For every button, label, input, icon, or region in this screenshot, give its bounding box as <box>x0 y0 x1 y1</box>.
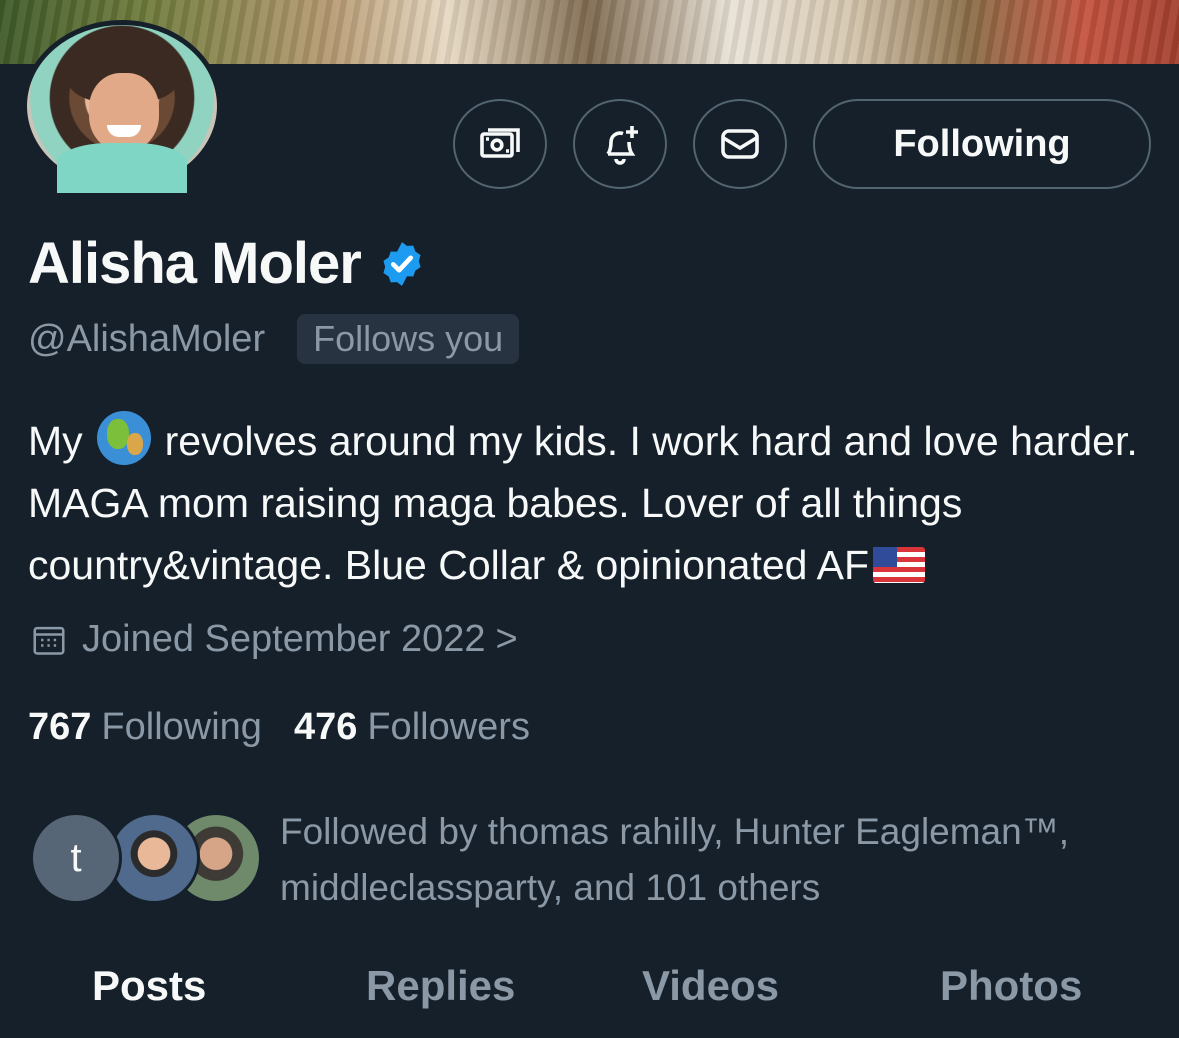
username-handle: @AlishaMoler <box>28 317 266 360</box>
avatar-shirt <box>57 143 187 193</box>
message-button[interactable] <box>693 99 787 189</box>
profile-bio: My revolves around my kids. I work hard a… <box>28 410 1158 596</box>
display-name: Alisha Moler <box>28 231 362 296</box>
follower-avatar-initial: t <box>30 812 122 904</box>
handle-row: @AlishaMoler Follows you <box>28 314 520 364</box>
tab-photos[interactable]: Photos <box>940 962 1082 1010</box>
following-label: Following <box>101 706 262 748</box>
tab-videos[interactable]: Videos <box>642 962 779 1010</box>
tip-button[interactable] <box>453 99 547 189</box>
bell-plus-icon <box>606 126 638 165</box>
following-stat[interactable]: 767 Following <box>28 706 262 749</box>
bio-text-start: My <box>28 418 83 464</box>
calendar-icon <box>33 626 65 655</box>
envelope-icon <box>721 129 759 159</box>
follow-stats: 767 Following 476 Followers <box>28 706 530 749</box>
chevron-right-icon: > <box>495 618 518 660</box>
name-row: Alisha Moler <box>28 230 427 297</box>
following-button[interactable]: Following <box>813 99 1151 189</box>
followers-label: Followers <box>367 706 530 748</box>
joined-date-row[interactable]: Joined September 2022 > <box>30 618 518 661</box>
avatar-face <box>89 73 159 151</box>
followers-stat[interactable]: 476 Followers <box>294 706 530 749</box>
following-count: 767 <box>28 706 92 748</box>
earth-globe-icon <box>96 411 151 465</box>
joined-date: Joined September 2022 <box>82 618 486 660</box>
verified-badge-icon[interactable] <box>377 239 427 289</box>
followed-by-text: Followed by thomas rahilly, Hunter Eagle… <box>280 811 1069 908</box>
tab-replies[interactable]: Replies <box>366 962 515 1010</box>
profile-tabs: Posts Replies Videos Photos <box>0 962 1179 1038</box>
profile-avatar[interactable] <box>22 20 222 193</box>
followers-count: 476 <box>293 706 358 748</box>
tab-posts[interactable]: Posts <box>92 962 206 1010</box>
us-flag-icon <box>873 547 926 583</box>
money-icon <box>480 128 520 158</box>
notify-button[interactable] <box>573 99 667 189</box>
follows-you-badge: Follows you <box>297 314 520 364</box>
followed-by-section[interactable]: t Followed by thomas rahilly, Hunter Eag… <box>30 804 1160 914</box>
bio-text-main: revolves around my kids. I work hard and… <box>28 418 1138 588</box>
